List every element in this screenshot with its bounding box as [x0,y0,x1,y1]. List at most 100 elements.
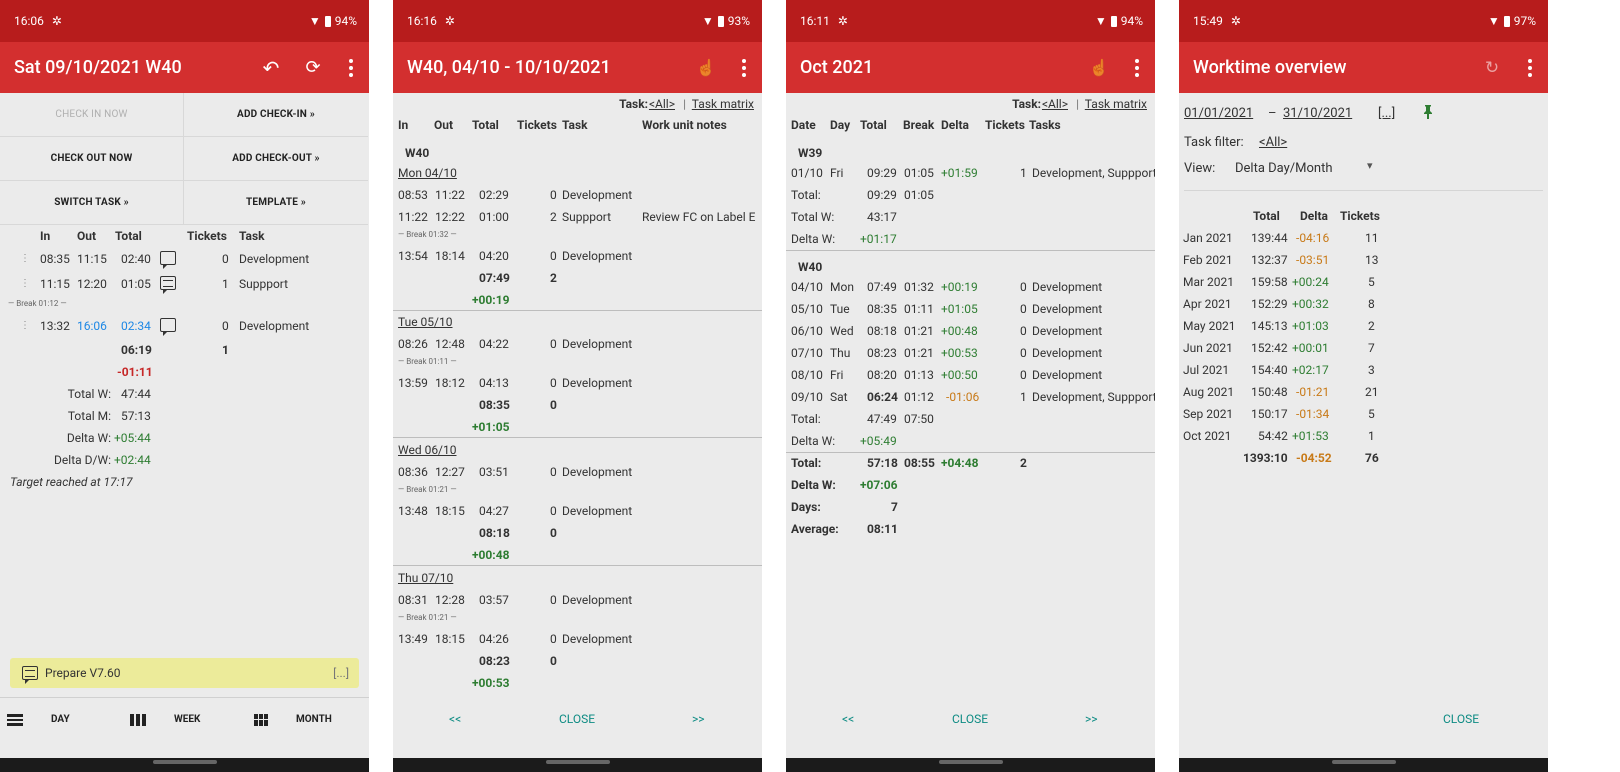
day-header[interactable]: Thu 07/10 [398,571,453,585]
month-label[interactable]: Aug 2021 [1183,385,1234,399]
close-button[interactable]: CLOSE [559,712,595,726]
work-unit-in[interactable]: 13:32 [40,319,70,333]
task-matrix-link[interactable]: Task matrix [692,97,754,111]
close-button[interactable]: CLOSE [952,712,988,726]
work-unit-task[interactable]: Development [562,465,632,479]
check-out-now-button[interactable]: CHECK OUT NOW [0,137,184,181]
row-date[interactable]: 07/10 [791,346,823,360]
add-check-out-button[interactable]: ADD CHECK-OUT » [184,137,368,181]
work-unit-out[interactable]: 12:22 [435,210,465,224]
work-unit-out[interactable]: 12:20 [77,277,107,291]
memo-more[interactable]: [...] [333,666,349,680]
touch-icon[interactable]: ☝ [1089,56,1109,80]
day-header[interactable]: Wed 06/10 [398,443,457,457]
work-unit-out[interactable]: 18:12 [435,376,465,390]
dropdown-arrow-icon[interactable]: ▾ [1367,159,1373,172]
drag-handle-icon[interactable]: ⋮ [20,253,30,264]
work-unit-task[interactable]: Development [562,337,632,351]
work-unit-in[interactable]: 08:31 [398,593,428,607]
month-label[interactable]: Feb 2021 [1183,253,1233,267]
tab-month[interactable]: MONTH [254,698,332,741]
work-unit-in[interactable]: 11:22 [398,210,428,224]
row-date[interactable]: 08/10 [791,368,823,382]
work-unit-out[interactable]: 18:15 [435,632,465,646]
next-week-button[interactable]: >> [692,712,705,726]
work-unit-task[interactable]: Development [562,593,632,607]
month-label[interactable]: Apr 2021 [1183,297,1232,311]
work-unit-in[interactable]: 13:54 [398,249,428,263]
overflow-menu-icon[interactable] [1131,58,1143,77]
work-unit-in[interactable]: 08:53 [398,188,428,202]
row-date[interactable]: 05/10 [791,302,823,316]
switch-task-button[interactable]: SWITCH TASK » [0,181,184,225]
work-unit-out[interactable]: 18:14 [435,249,465,263]
work-unit-in[interactable]: 13:59 [398,376,428,390]
comment-icon[interactable] [160,251,176,269]
view-select[interactable]: Delta Day/Month [1235,161,1333,176]
touch-icon[interactable]: ☝ [696,56,716,80]
work-unit-task[interactable]: Development [562,249,632,263]
undo-icon[interactable]: ↶ [261,56,281,80]
day-header[interactable]: Tue 05/10 [398,315,453,329]
task-filter-all-link[interactable]: <All> [1259,135,1287,150]
close-button[interactable]: CLOSE [1443,712,1479,726]
work-unit-out[interactable]: 12:48 [435,337,465,351]
next-month-button[interactable]: >> [1085,712,1098,726]
work-unit-out[interactable]: 12:27 [435,465,465,479]
work-unit-task[interactable]: Development [562,504,632,518]
task-matrix-link[interactable]: Task matrix [1085,97,1147,111]
work-unit-in[interactable]: 11:15 [40,277,70,291]
work-unit-out[interactable]: 11:15 [77,252,107,266]
day-memo[interactable]: Prepare V7.60 [...] [10,658,359,688]
refresh-icon[interactable]: ↻ [1482,56,1502,80]
work-unit-task[interactable]: Suppport [562,210,611,224]
work-unit-in[interactable]: 08:36 [398,465,428,479]
overflow-menu-icon[interactable] [1524,58,1536,77]
month-label[interactable]: Oct 2021 [1183,429,1231,443]
work-unit-in[interactable]: 13:48 [398,504,428,518]
work-unit-in[interactable]: 08:26 [398,337,428,351]
work-unit-task[interactable]: Development [562,188,632,202]
row-date[interactable]: 04/10 [791,280,823,294]
tab-week[interactable]: WEEK [130,698,200,741]
tab-day[interactable]: DAY [7,698,70,741]
work-unit-task[interactable]: Development [562,376,632,390]
work-unit-out[interactable]: 18:15 [435,504,465,518]
work-unit-task[interactable]: Development [239,252,309,266]
date-to-link[interactable]: 31/10/2021 [1283,106,1352,121]
work-unit-in[interactable]: 13:49 [398,632,428,646]
work-unit-in[interactable]: 08:35 [40,252,70,266]
check-in-now-button[interactable]: CHECK IN NOW [0,93,184,137]
drag-handle-icon[interactable]: ⋮ [20,320,30,331]
date-range-more[interactable]: [...] [1378,106,1395,121]
row-date[interactable]: 01/10 [791,166,823,180]
comment-with-text-icon[interactable] [160,276,176,294]
month-label[interactable]: Mar 2021 [1183,275,1234,289]
previous-month-button[interactable]: << [842,712,854,726]
work-unit-out[interactable]: 11:22 [435,188,465,202]
pin-icon[interactable] [1424,105,1432,119]
month-label[interactable]: Sep 2021 [1183,407,1233,421]
work-unit-out[interactable]: 16:06 [77,319,107,333]
work-unit-task[interactable]: Suppport [239,277,288,291]
task-filter-all-link[interactable]: <All> [1042,97,1068,111]
template-button[interactable]: TEMPLATE » [184,181,368,225]
sync-icon[interactable]: ⟳ [303,56,323,80]
drag-handle-icon[interactable]: ⋮ [20,278,30,289]
comment-icon[interactable] [160,318,176,336]
previous-week-button[interactable]: << [449,712,461,726]
work-unit-task[interactable]: Development [239,319,309,333]
month-label[interactable]: Jun 2021 [1183,341,1233,355]
month-label[interactable]: Jul 2021 [1183,363,1229,377]
month-label[interactable]: Jan 2021 [1183,231,1233,245]
overflow-menu-icon[interactable] [345,58,357,77]
task-filter-all-link[interactable]: <All> [649,97,675,111]
day-header[interactable]: Mon 04/10 [398,166,457,180]
work-unit-task[interactable]: Development [562,632,632,646]
work-unit-out[interactable]: 12:28 [435,593,465,607]
date-from-link[interactable]: 01/01/2021 [1184,106,1253,121]
row-date[interactable]: 06/10 [791,324,823,338]
row-date[interactable]: 09/10 [791,390,823,404]
overflow-menu-icon[interactable] [738,58,750,77]
month-label[interactable]: May 2021 [1183,319,1236,333]
